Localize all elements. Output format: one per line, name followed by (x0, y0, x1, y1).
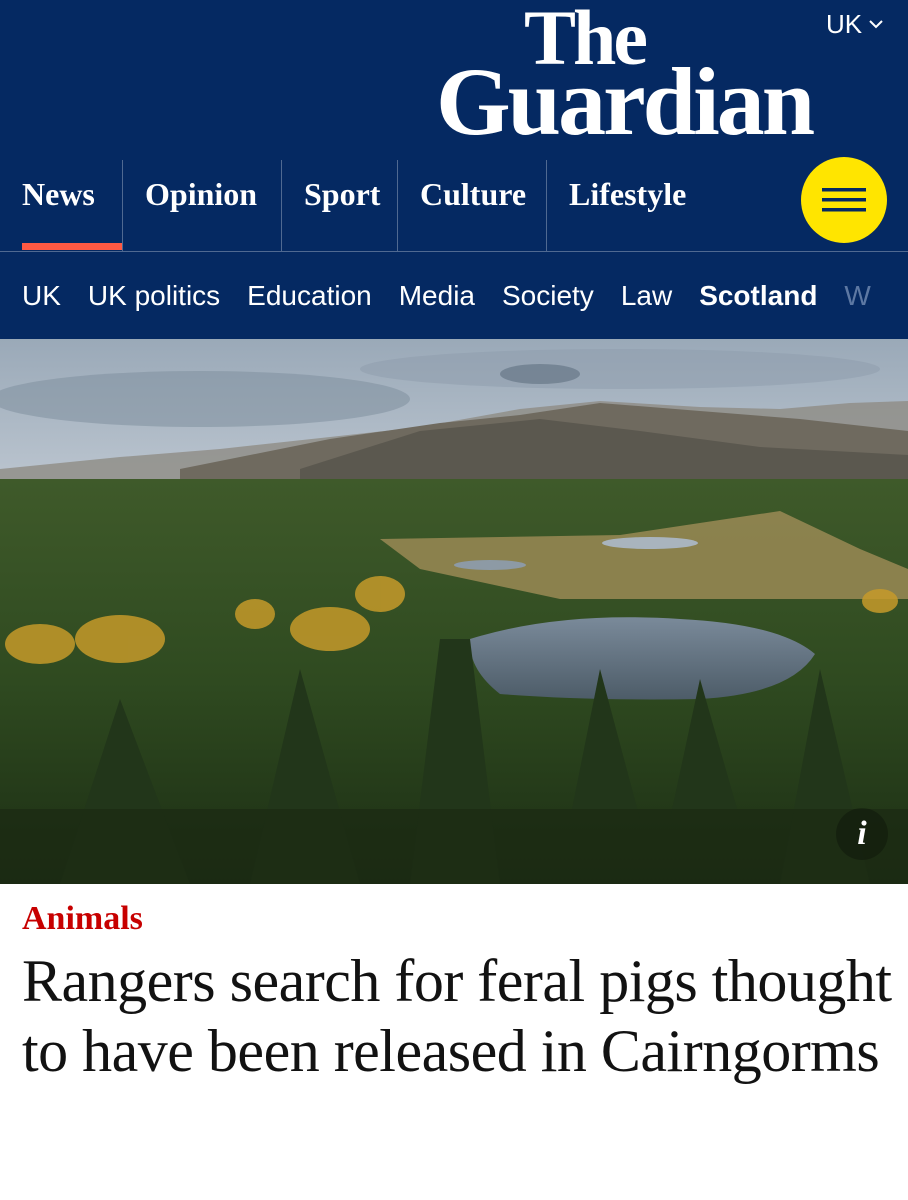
subnav-law[interactable]: Law (621, 280, 672, 312)
subnav-scotland[interactable]: Scotland (699, 280, 817, 312)
masthead: UK The Guardian News Opinion Sport Cultu… (0, 0, 908, 339)
info-icon: i (857, 815, 867, 852)
subnav-uk-politics[interactable]: UK politics (88, 280, 220, 312)
logo-line-guardian: Guardian (436, 48, 815, 155)
pillar-lifestyle[interactable]: Lifestyle (546, 160, 746, 252)
guardian-logo[interactable]: The Guardian (436, 0, 896, 150)
subnav-education[interactable]: Education (247, 280, 372, 312)
image-info-button[interactable]: i (836, 808, 888, 860)
pillar-culture[interactable]: Culture (397, 160, 546, 252)
pillar-label: Sport (304, 176, 381, 212)
pillar-nav: News Opinion Sport Culture Lifestyle (0, 160, 908, 252)
active-pillar-indicator (22, 243, 122, 250)
article-headline[interactable]: Rangers search for feral pigs thought to… (22, 946, 892, 1086)
sub-nav: UK UK politics Education Media Society L… (0, 252, 908, 339)
article-kicker[interactable]: Animals (22, 900, 143, 938)
hero-image (0, 339, 908, 884)
landscape-illustration (0, 339, 908, 884)
pillar-label: Lifestyle (569, 176, 687, 212)
hamburger-icon (822, 188, 866, 212)
subnav-overflow-item[interactable]: W (844, 280, 870, 312)
pillar-label: News (22, 176, 95, 212)
pillar-news[interactable]: News (0, 160, 122, 252)
pillar-opinion[interactable]: Opinion (122, 160, 281, 252)
subnav-society[interactable]: Society (502, 280, 594, 312)
subnav-media[interactable]: Media (399, 280, 475, 312)
pillar-sport[interactable]: Sport (281, 160, 397, 252)
pillar-label: Opinion (145, 176, 258, 212)
menu-button[interactable] (801, 157, 887, 243)
subnav-uk[interactable]: UK (22, 280, 61, 312)
pillar-label: Culture (420, 176, 527, 212)
